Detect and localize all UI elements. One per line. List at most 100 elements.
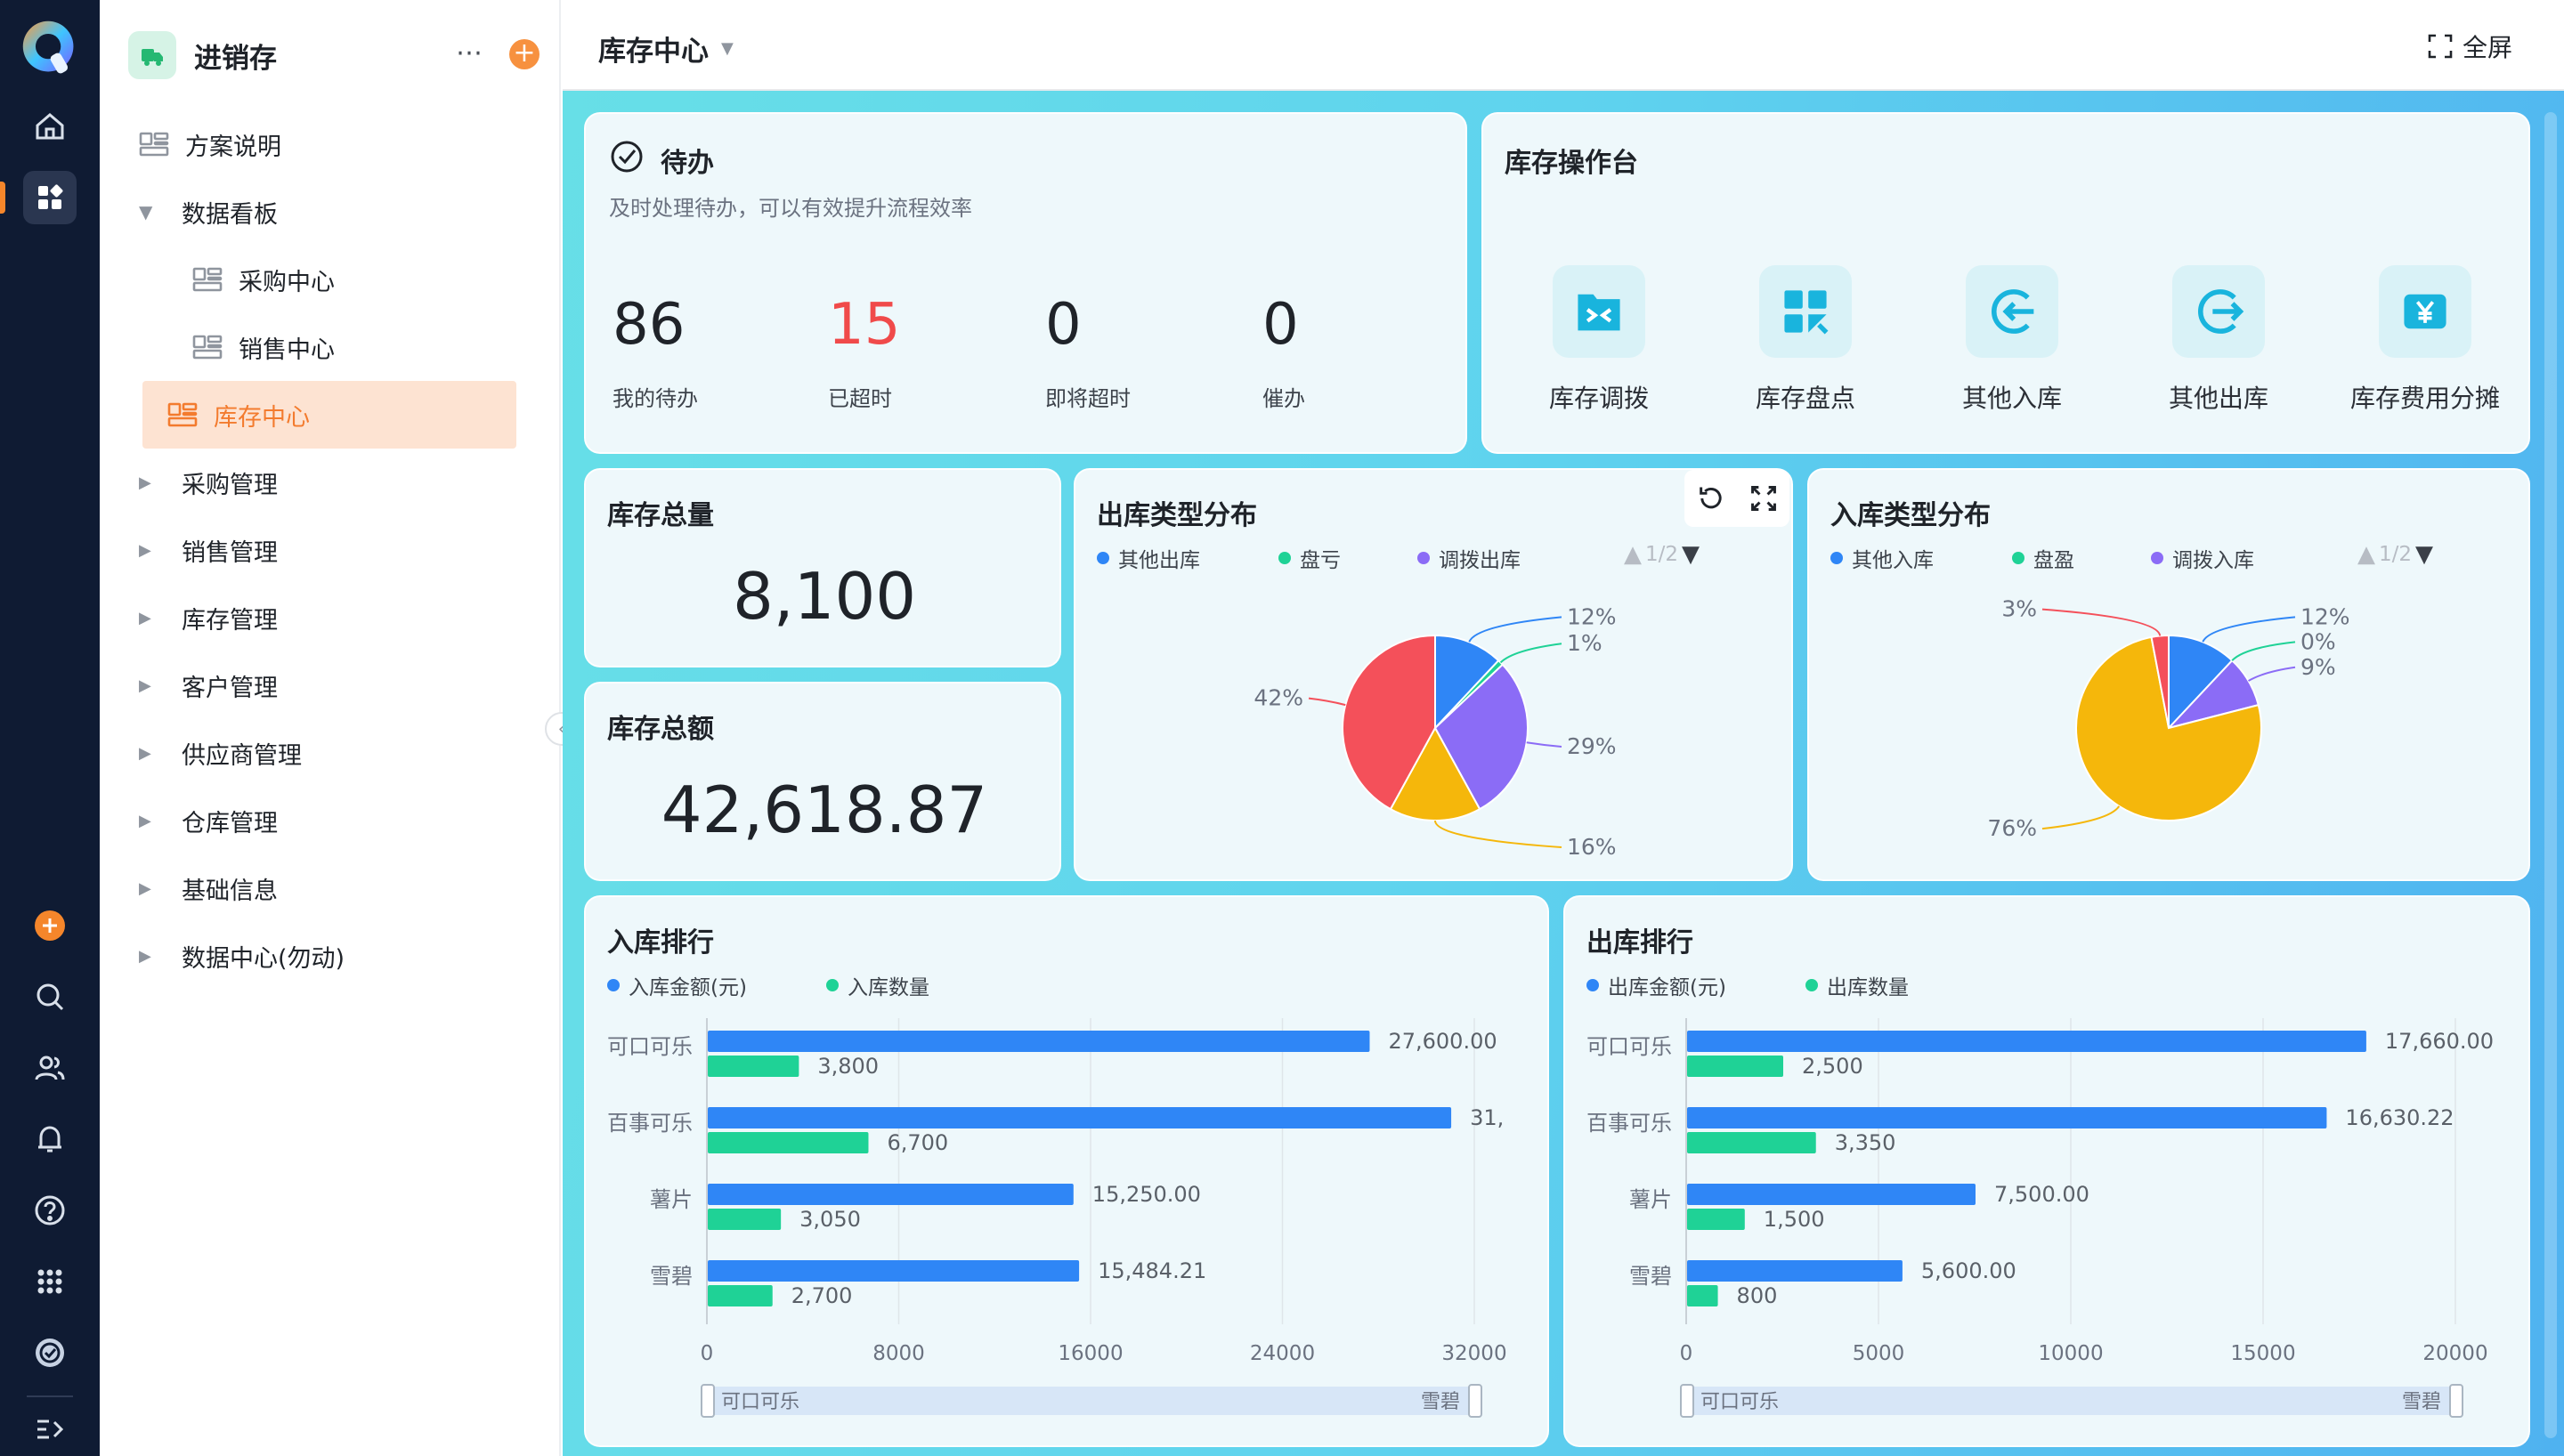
sidebar-item[interactable]: ▶ 库存管理	[125, 584, 516, 651]
bar[interactable]	[1687, 1285, 1718, 1306]
sidebar-item-label: 仓库管理	[182, 809, 278, 837]
zoom-handle[interactable]	[1680, 1384, 1694, 1418]
x-tick-label: 16000	[1058, 1342, 1123, 1365]
sidebar-item[interactable]: ▶ 供应商管理	[125, 719, 516, 787]
x-tick-label: 0	[1680, 1342, 1693, 1365]
bar[interactable]	[1687, 1132, 1816, 1153]
legend-item[interactable]: 调拨入库	[2151, 543, 2254, 573]
bar[interactable]	[708, 1260, 1080, 1282]
zoom-track[interactable]	[1681, 1387, 2461, 1415]
pie-slice-label: 1%	[1567, 630, 1602, 656]
zoom-handle[interactable]	[701, 1384, 715, 1418]
bar-value-label: 3,800	[817, 1054, 879, 1079]
pie-label-line	[2202, 616, 2296, 643]
operations-card: 库存操作台 库存调拨 库存盘点 其他入库 其他出库 库存费用分摊	[1481, 112, 2530, 454]
inbound-ranking-chart: 0 8000 16000 24000 32000 可口可乐 27,600.00 3,800 百事…	[607, 1018, 1507, 1418]
bar[interactable]	[1687, 1107, 2327, 1128]
bar-value-label: 2,700	[791, 1283, 853, 1308]
dashboard-doc-icon	[192, 334, 223, 360]
sidebar-item[interactable]: 方案说明	[125, 110, 516, 178]
op-cost-allocation[interactable]: 库存费用分摊	[2327, 265, 2523, 415]
legend-item[interactable]: 入库数量	[826, 970, 929, 1000]
bar[interactable]	[1687, 1209, 1745, 1230]
add-icon[interactable]: +	[509, 39, 540, 69]
sidebar-item-label: 库存管理	[182, 606, 278, 635]
sidebar-item[interactable]: ▶ 仓库管理	[125, 787, 516, 854]
bar[interactable]	[1687, 1260, 1903, 1282]
page-title: 库存中心	[598, 36, 709, 68]
more-icon[interactable]: ⋯	[456, 37, 483, 69]
bar[interactable]	[1687, 1031, 2366, 1052]
legend-item[interactable]: 入库金额(元)	[607, 970, 747, 1000]
legend-item[interactable]: 其他出库	[1097, 543, 1200, 573]
zoom-track[interactable]	[702, 1387, 1480, 1415]
zoom-end-label: 雪碧	[2402, 1391, 2441, 1413]
canvas-scrollbar[interactable]	[2544, 112, 2557, 1438]
op-stock-in[interactable]: 其他入库	[1914, 265, 2110, 415]
legend-label: 入库金额(元)	[629, 976, 747, 999]
todo-stat-value: 15	[828, 292, 901, 358]
legend-item[interactable]: 出库数量	[1805, 970, 1909, 1000]
pie-slice-label: 3%	[2001, 596, 2037, 622]
bell-icon[interactable]	[23, 1112, 77, 1166]
pager-prev-icon[interactable]: ▲	[1624, 541, 1642, 568]
sidebar-item[interactable]: ▶ 客户管理	[125, 651, 516, 719]
search-icon[interactable]	[23, 970, 77, 1023]
op-transfer[interactable]: 库存调拨	[1501, 265, 1697, 415]
pager-next-icon[interactable]: ▼	[1682, 541, 1700, 568]
add-circle-icon[interactable]	[23, 899, 77, 952]
refresh-icon[interactable]	[1696, 483, 1726, 514]
apps-dots-icon[interactable]	[23, 1255, 77, 1308]
sidebar-item[interactable]: ▶ 基础信息	[125, 854, 516, 922]
bar[interactable]	[1687, 1056, 1783, 1077]
sidebar-item[interactable]: ▶ 销售管理	[125, 516, 516, 584]
bar[interactable]	[708, 1031, 1370, 1052]
legend-item[interactable]: 盘亏	[1278, 543, 1341, 573]
stock-qty-value: 8,100	[732, 559, 917, 634]
zoom-handle[interactable]	[1468, 1384, 1482, 1418]
sync-icon[interactable]	[23, 1326, 77, 1379]
bar[interactable]	[708, 1056, 799, 1077]
y-category-label: 雪碧	[650, 1264, 693, 1289]
expand-icon[interactable]	[1749, 483, 1779, 514]
pager-next-icon[interactable]: ▼	[2415, 541, 2433, 568]
bar[interactable]	[708, 1209, 782, 1230]
bar[interactable]	[708, 1184, 1074, 1205]
sidebar-item[interactable]: ▶ 采购管理	[125, 449, 516, 516]
outbound-ranking-card: 出库排行 出库金额(元) 出库数量 0 5000 10000 15000 20000 可口…	[1563, 895, 2530, 1447]
x-tick-label: 0	[701, 1342, 714, 1365]
pager-prev-icon[interactable]: ▲	[2357, 541, 2375, 568]
legend-item[interactable]: 出库金额(元)	[1586, 970, 1726, 1000]
grid-apps-icon[interactable]	[23, 171, 77, 224]
bar[interactable]	[1687, 1184, 1976, 1205]
bar[interactable]	[708, 1285, 773, 1306]
pie-label-line	[1499, 643, 1562, 664]
legend-item[interactable]: 其他入库	[1830, 543, 1934, 573]
sidebar-item[interactable]: 采购中心	[125, 246, 516, 313]
op-stock-out[interactable]: 其他出库	[2121, 265, 2317, 415]
bar-value-label: 17,660.00	[2385, 1029, 2494, 1054]
expand-menu-icon[interactable]	[23, 1403, 77, 1456]
y-category-label: 可口可乐	[1586, 1034, 1672, 1059]
fullscreen-button[interactable]: 全屏	[2427, 28, 2512, 64]
users-icon[interactable]	[23, 1041, 77, 1095]
zoom-handle[interactable]	[2449, 1384, 2463, 1418]
sidebar-item[interactable]: 销售中心	[125, 313, 516, 381]
sidebar-item[interactable]: ▶ 数据中心(勿动)	[125, 922, 516, 990]
pie-label-line	[2041, 608, 2162, 636]
legend-item[interactable]: 调拨出库	[1417, 543, 1521, 573]
bar[interactable]	[708, 1132, 869, 1153]
help-icon[interactable]	[23, 1184, 77, 1237]
sidebar-item[interactable]: 库存中心	[142, 381, 516, 449]
op-inventory-check[interactable]: 库存盘点	[1708, 265, 1903, 415]
home-icon[interactable]	[23, 100, 77, 153]
legend-item[interactable]: 盘盈	[2012, 543, 2074, 573]
pie-slice-label: 16%	[1567, 834, 1617, 860]
dashboard-doc-icon	[167, 401, 198, 428]
app-logo-icon[interactable]	[18, 16, 82, 80]
sidebar-item[interactable]: ▼ 数据看板	[125, 178, 516, 246]
stock-qty-title: 库存总量	[607, 500, 714, 531]
page-title-dropdown[interactable]: 库存中心 ▼	[598, 28, 734, 69]
y-category-label: 百事可乐	[607, 1111, 693, 1136]
bar[interactable]	[708, 1107, 1452, 1128]
